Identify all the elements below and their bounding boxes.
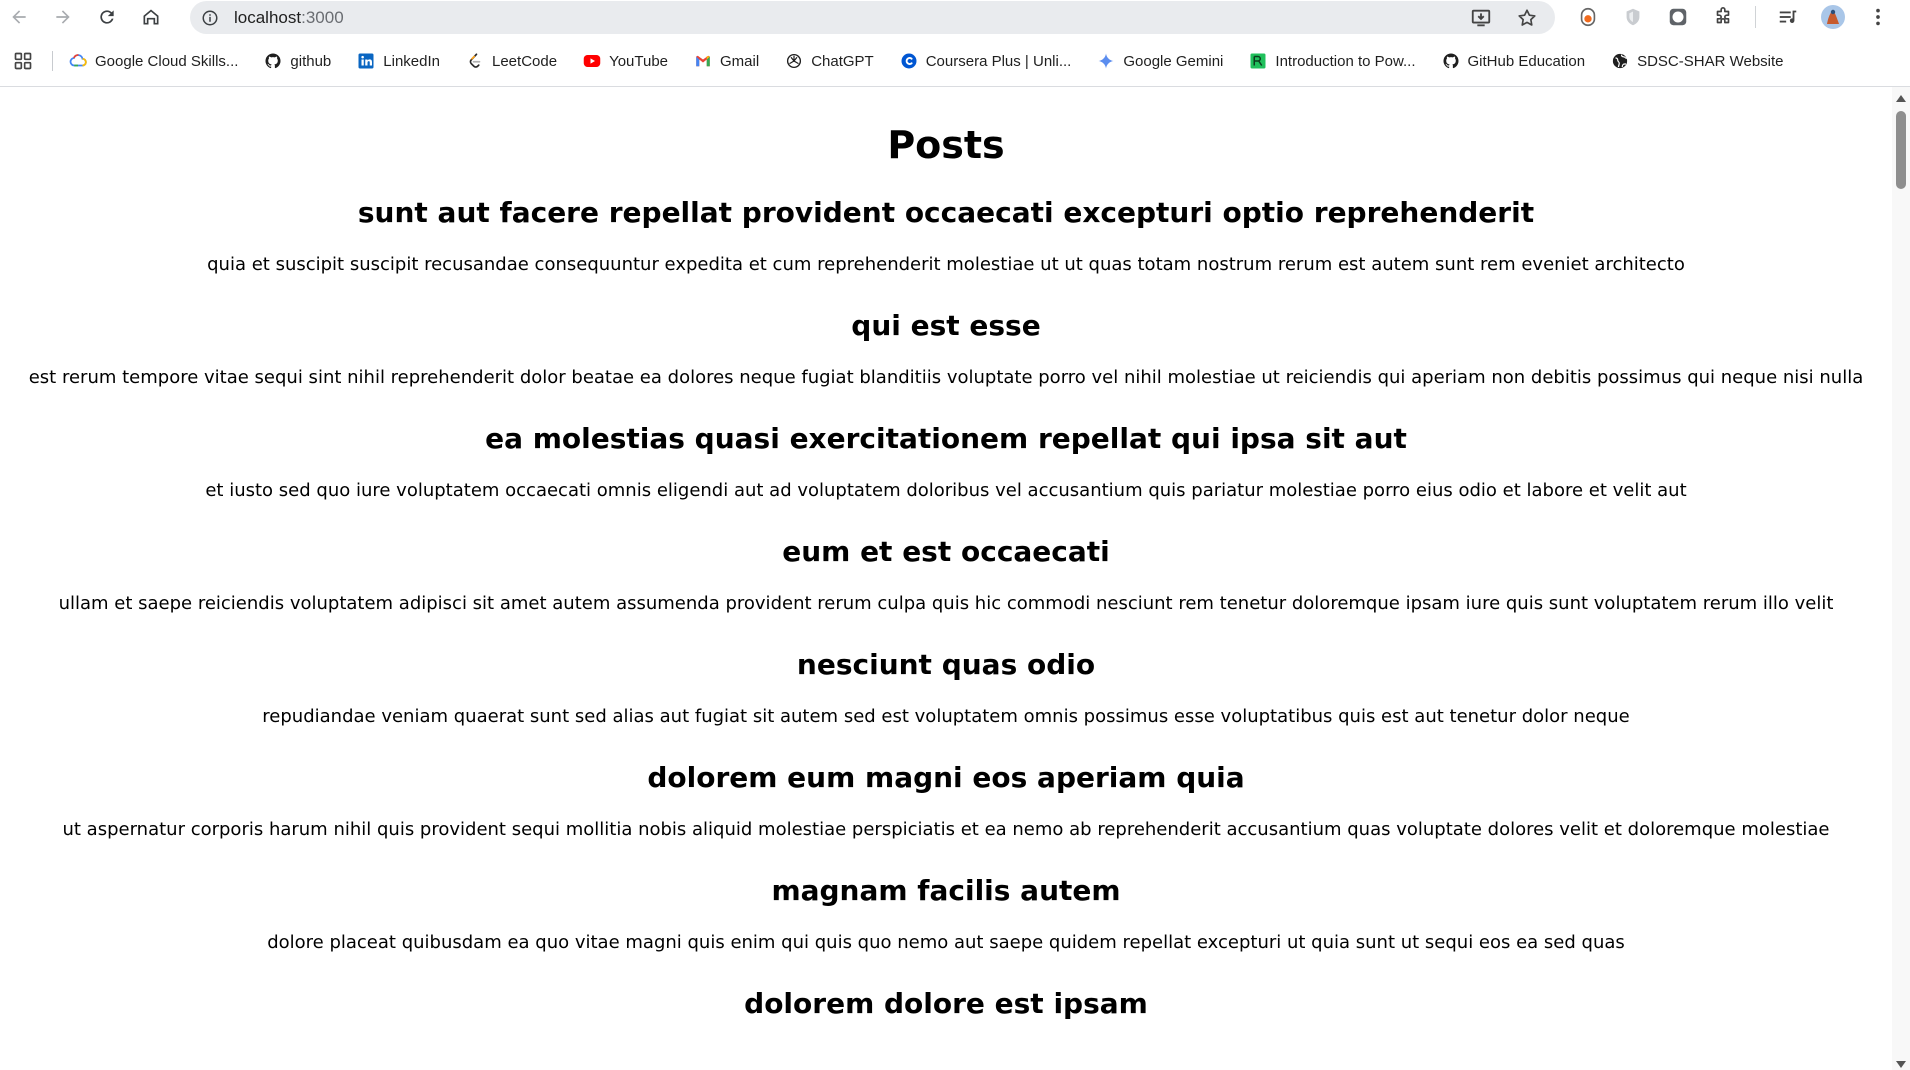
globe-icon <box>1611 52 1629 70</box>
powerbi-icon <box>1249 52 1267 70</box>
extension-orange-icon[interactable] <box>1575 4 1601 30</box>
bookmark-label: GitHub Education <box>1467 52 1586 70</box>
profile-avatar[interactable] <box>1820 4 1846 30</box>
post-title: ea molestias quasi exercitationem repell… <box>485 422 1407 455</box>
bookmark-label: LeetCode <box>492 52 558 70</box>
address-bar[interactable]: localhost:3000 <box>190 1 1555 34</box>
toolbar-divider <box>1755 6 1756 28</box>
post-item: eum et est occaecati ullam et saepe reic… <box>0 532 1892 621</box>
bookmark-github-education[interactable]: GitHub Education <box>1442 46 1586 76</box>
coursera-icon <box>900 52 918 70</box>
bookmark-label: Gmail <box>720 52 760 70</box>
chatgpt-icon <box>785 52 803 70</box>
github-icon <box>264 52 282 70</box>
bookmark-label: SDSC-SHAR Website <box>1637 52 1784 70</box>
bookmark-label: ChatGPT <box>811 52 874 70</box>
back-button[interactable] <box>2 2 36 32</box>
post-item: nesciunt quas odio repudiandae veniam qu… <box>0 645 1892 734</box>
bookmark-star-icon[interactable] <box>1515 6 1539 30</box>
bookmark-label: LinkedIn <box>383 52 440 70</box>
post-body: repudiandae veniam quaerat sunt sed alia… <box>262 706 1630 727</box>
extension-shield-icon[interactable] <box>1620 4 1646 30</box>
post-title: nesciunt quas odio <box>796 648 1096 681</box>
bookmark-linkedin[interactable]: LinkedIn <box>357 46 440 76</box>
post-title: sunt aut facere repellat provident occae… <box>357 196 1535 229</box>
bookmarks-divider <box>52 51 53 71</box>
post-item: dolorem dolore est ipsam <box>0 984 1892 1024</box>
bookmark-google-gemini[interactable]: Google Gemini <box>1097 46 1223 76</box>
url-port: :3000 <box>301 7 344 27</box>
post-body: est rerum tempore vitae sequi sint nihil… <box>28 367 1864 388</box>
post-title: magnam facilis autem <box>771 874 1121 907</box>
bookmarks-bar: Google Cloud Skills... github LinkedIn L… <box>0 44 1910 78</box>
arrow-right-icon <box>56 10 70 24</box>
bookmark-label: Introduction to Pow... <box>1275 52 1416 70</box>
bookmark-google-cloud[interactable]: Google Cloud Skills... <box>69 46 238 76</box>
bookmark-leetcode[interactable]: LeetCode <box>466 46 557 76</box>
post-item: sunt aut facere repellat provident occae… <box>0 193 1892 282</box>
scrollbar-thumb[interactable] <box>1896 111 1906 189</box>
install-app-icon[interactable] <box>1469 6 1493 30</box>
page-title: Posts <box>887 123 1005 167</box>
reload-button[interactable] <box>90 2 124 32</box>
scroll-down-arrow-icon[interactable] <box>1896 1061 1906 1068</box>
apps-grid-icon[interactable] <box>12 50 34 72</box>
linkedin-icon <box>357 52 375 70</box>
post-title: dolorem dolore est ipsam <box>744 987 1148 1020</box>
gmail-icon <box>694 52 712 70</box>
extensions-puzzle-icon[interactable] <box>1710 4 1736 30</box>
post-body: ullam et saepe reiciendis voluptatem adi… <box>58 593 1834 614</box>
bookmark-intro-power[interactable]: Introduction to Pow... <box>1249 46 1416 76</box>
google-cloud-icon <box>69 52 87 70</box>
post-title: dolorem eum magni eos aperiam quia <box>647 761 1245 794</box>
bookmark-label: YouTube <box>609 52 669 70</box>
extension-square-icon[interactable] <box>1665 4 1691 30</box>
post-item: ea molestias quasi exercitationem repell… <box>0 419 1892 508</box>
youtube-icon <box>583 52 601 70</box>
forward-button[interactable] <box>46 2 80 32</box>
url-host: localhost <box>234 7 302 27</box>
scroll-up-arrow-icon[interactable] <box>1896 95 1906 102</box>
bookmark-gmail[interactable]: Gmail <box>694 46 759 76</box>
page-scrollbar[interactable] <box>1892 87 1910 1070</box>
post-body: dolore placeat quibusdam ea quo vitae ma… <box>267 932 1625 953</box>
bookmark-youtube[interactable]: YouTube <box>583 46 668 76</box>
bookmark-label: Coursera Plus | Unli... <box>925 52 1072 70</box>
arrow-left-icon <box>12 10 26 24</box>
home-icon <box>143 9 159 25</box>
browser-toolbar: localhost:3000 <box>0 0 1910 34</box>
post-title: eum et est occaecati <box>782 535 1110 568</box>
bookmark-chatgpt[interactable]: ChatGPT <box>785 46 874 76</box>
gemini-icon <box>1097 52 1115 70</box>
bookmark-github[interactable]: github <box>264 46 331 76</box>
bookmark-sdsc-shar[interactable]: SDSC-SHAR Website <box>1611 46 1784 76</box>
media-controls-icon[interactable] <box>1775 4 1801 30</box>
post-body: quia et suscipit suscipit recusandae con… <box>207 254 1685 275</box>
post-title: qui est esse <box>851 309 1041 342</box>
bookmark-label: github <box>290 52 332 70</box>
post-item: magnam facilis autem dolore placeat quib… <box>0 871 1892 960</box>
post-item: qui est esse est rerum tempore vitae seq… <box>0 306 1892 395</box>
bookmark-label: Google Gemini <box>1123 52 1224 70</box>
page-viewport: Posts sunt aut facere repellat provident… <box>0 87 1892 1070</box>
post-body: et iusto sed quo iure voluptatem occaeca… <box>205 480 1687 501</box>
reload-icon <box>100 10 114 24</box>
browser-menu-icon[interactable] <box>1865 4 1891 30</box>
post-body: ut aspernatur corporis harum nihil quis … <box>62 819 1830 840</box>
post-item: dolorem eum magni eos aperiam quia ut as… <box>0 758 1892 847</box>
site-info-icon[interactable] <box>200 8 220 28</box>
home-button[interactable] <box>134 2 168 32</box>
bookmark-label: Google Cloud Skills... <box>95 52 239 70</box>
github-icon <box>1442 52 1460 70</box>
leetcode-icon <box>466 52 484 70</box>
bookmark-coursera[interactable]: Coursera Plus | Unli... <box>900 46 1072 76</box>
